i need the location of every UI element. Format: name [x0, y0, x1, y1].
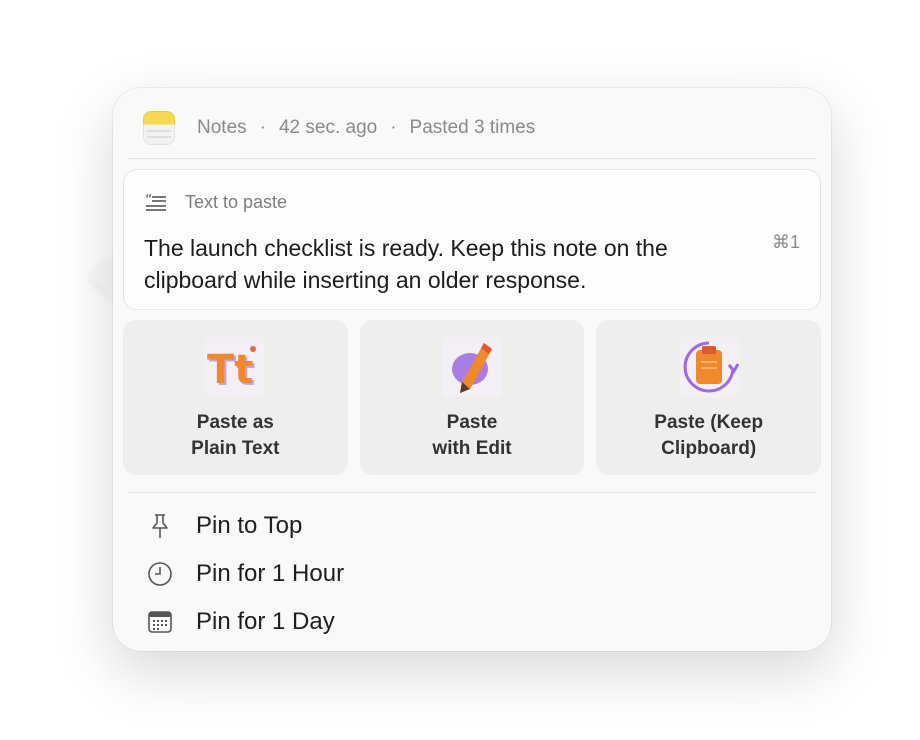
pin-menu: Pin to Top Pin for 1 Hour Pin for 1 Day [113, 502, 831, 646]
divider [128, 158, 816, 159]
tile-label: Paste as Plain Text [191, 412, 280, 459]
paste-with-edit-button[interactable]: Paste with Edit [359, 320, 585, 475]
pin-icon [147, 513, 173, 539]
svg-text:Tt: Tt [207, 347, 253, 393]
divider [128, 492, 816, 493]
separator-dot: · [259, 117, 266, 138]
paste-keep-clipboard-button[interactable]: Paste (Keep Clipboard) [596, 320, 822, 475]
edit-pencil-icon [442, 337, 502, 397]
card-title: Text to paste [185, 192, 288, 212]
calendar-icon [147, 609, 173, 635]
popover-pointer [89, 255, 113, 299]
separator-dot: · [390, 117, 397, 138]
paste-plain-text-button[interactable]: Tt Tt Paste as Plain Text [123, 320, 348, 475]
tile-label: Paste with Edit [432, 412, 512, 459]
menu-item-pin-1-day[interactable]: Pin for 1 Day [113, 598, 831, 646]
paste-actions: Tt Tt Paste as Plain Text Paste with Edi… [123, 320, 822, 475]
clip-header: Notes · 42 sec. ago · Pasted 3 times [143, 108, 535, 148]
menu-item-label: Pin for 1 Hour [196, 560, 345, 587]
keyboard-shortcut: ⌘1 [771, 232, 800, 252]
text-to-paste-card[interactable]: “ Text to paste The launch checklist is … [123, 169, 821, 310]
keep-clipboard-icon [678, 337, 739, 397]
card-header: “ Text to paste [145, 192, 287, 213]
svg-text:“: “ [145, 193, 152, 205]
clip-text: The launch checklist is ready. Keep this… [144, 235, 668, 293]
text-quote-icon: “ [145, 193, 166, 211]
copied-time: 42 sec. ago [278, 117, 378, 138]
menu-item-pin-1-hour[interactable]: Pin for 1 Hour [113, 550, 831, 598]
menu-item-pin-to-top[interactable]: Pin to Top [113, 502, 831, 550]
notes-app-icon [143, 111, 175, 145]
plain-text-icon: Tt Tt [205, 337, 266, 397]
tile-label: Paste (Keep Clipboard) [654, 412, 764, 459]
menu-item-label: Pin to Top [196, 512, 303, 539]
paste-count: Pasted 3 times [409, 117, 536, 138]
menu-item-label: Pin for 1 Day [196, 608, 335, 635]
app-name: Notes [197, 117, 247, 138]
paste-options-popover: Notes · 42 sec. ago · Pasted 3 times “ T… [113, 88, 831, 651]
clock-icon [147, 561, 173, 587]
